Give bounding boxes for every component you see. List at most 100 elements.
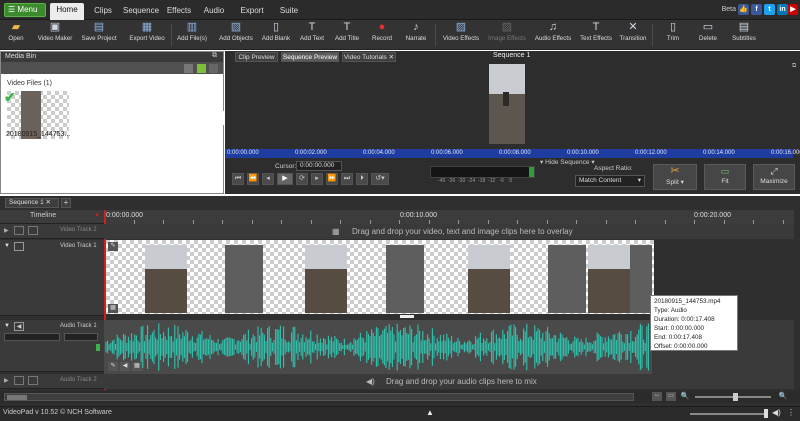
tab-sequence[interactable]: Sequence [122, 4, 160, 20]
speaker-icon[interactable]: ◀ [14, 322, 24, 331]
video-effects-button[interactable]: ▨ Video Effects [440, 21, 482, 49]
text-effects-label: Text Effects [580, 35, 612, 42]
tab-clips[interactable]: Clips [90, 4, 116, 20]
clip-fx-icon[interactable]: ▦ [108, 304, 118, 313]
media-bin-title: Media Bin [1, 52, 223, 62]
collapse-icon[interactable]: ▶ [4, 377, 9, 384]
clip-edit-icon[interactable]: ✎ [108, 242, 118, 251]
export-video-button[interactable]: ▦ Export Video [125, 21, 169, 49]
menu-button[interactable]: ☰ Menu [4, 3, 46, 17]
prev-frame-button[interactable]: ⏪ [247, 173, 259, 185]
mark-button[interactable]: ⏵ [356, 173, 368, 185]
add-objects-button[interactable]: ▧ Add Objects [216, 21, 256, 49]
go-start-button[interactable]: ⏮ [232, 173, 244, 185]
text-effects-button[interactable]: T Text Effects [576, 21, 616, 49]
zoom-slider[interactable] [695, 393, 771, 401]
visibility-icon[interactable] [14, 242, 24, 251]
maximize-button[interactable]: ⤢ Maximize [753, 164, 795, 190]
audio-track-2-lane[interactable]: ◀) Drag and drop your audio clips here t… [104, 374, 794, 389]
bin-options-icon[interactable] [209, 64, 218, 73]
delete-button[interactable]: ▭ Delete [695, 21, 721, 49]
save-project-button[interactable]: ▤ Save Project [77, 21, 121, 49]
facebook-icon[interactable]: f [751, 4, 762, 15]
visibility-icon[interactable] [14, 226, 24, 235]
volume-slider-thumb[interactable] [764, 409, 768, 418]
audio-speaker-icon[interactable]: ◀ [120, 362, 130, 371]
fit-button[interactable]: ▭ Fit [704, 164, 746, 190]
track-icon[interactable] [28, 226, 38, 235]
add-title-button[interactable]: T Add Title [331, 21, 363, 49]
loop-button[interactable]: ⟳ [296, 173, 308, 185]
tab-home[interactable]: Home [50, 3, 84, 20]
volume-slider[interactable] [690, 413, 766, 415]
subtitles-button[interactable]: ▤ Subtitles [728, 21, 760, 49]
tab-export[interactable]: Export [238, 4, 266, 20]
step-back-button[interactable]: ◂ [262, 173, 274, 185]
track-icon[interactable] [28, 376, 38, 385]
go-end-button[interactable]: ⏭ [341, 173, 353, 185]
horizontal-scrollbar[interactable] [4, 393, 634, 401]
add-text-button[interactable]: T Add Text [296, 21, 328, 49]
more-icon[interactable]: ⋮ [787, 408, 795, 417]
split-button[interactable]: ✂ Split ▾ [653, 164, 697, 190]
tab-suite[interactable]: Suite [278, 4, 300, 20]
scrollbar-thumb[interactable] [7, 395, 27, 400]
zoom-in-icon[interactable]: 🔍 [778, 392, 788, 401]
audio-fx-icon[interactable]: ▦ [132, 362, 142, 371]
add-files-button[interactable]: ▥ Add File(s) [173, 21, 211, 49]
step-forward-button[interactable]: ▸ [311, 173, 323, 185]
trim-button[interactable]: ▯ Trim [660, 21, 686, 49]
hide-sequence-toggle[interactable]: ▾ Hide Sequence ▾ [540, 158, 595, 166]
tab-clip-preview[interactable]: Clip Preview [235, 52, 278, 62]
youtube-icon[interactable]: ▶ [788, 4, 798, 15]
tab-effects[interactable]: Effects [164, 4, 194, 20]
sequence-tab[interactable]: Sequence 1 ✕ [5, 198, 59, 208]
audio-edit-icon[interactable]: ✎ [108, 362, 118, 371]
sequence-tab-label: Sequence 1 [9, 199, 44, 206]
media-filename[interactable]: 20180915_144753... [6, 131, 70, 138]
bin-view-icon[interactable] [184, 64, 193, 73]
pan-slider[interactable] [64, 333, 98, 341]
collapse-icon[interactable]: ▼ [4, 323, 10, 329]
collapse-icon[interactable]: ▼ [4, 243, 10, 249]
record-icon: ● [378, 21, 386, 33]
linkedin-icon[interactable]: in [777, 4, 788, 15]
add-sequence-button[interactable]: + [61, 198, 71, 208]
speaker-icon[interactable] [14, 376, 24, 385]
tab-video-tutorials[interactable]: Video Tutorials ✕ [342, 52, 396, 62]
audio-clip[interactable] [104, 320, 652, 374]
panel-splitter[interactable] [222, 111, 225, 125]
tab-sequence-preview[interactable]: Sequence Preview [281, 52, 339, 62]
cursor-time-field[interactable]: 0:00:00.000 [296, 161, 342, 171]
jump-menu-button[interactable]: ↺▾ [371, 173, 389, 185]
subtitles-icon: ▤ [738, 21, 750, 33]
add-blank-button[interactable]: ▯ Add Blank [259, 21, 293, 49]
twitter-icon[interactable]: t [764, 4, 775, 15]
audio-effects-button[interactable]: ♫ Audio Effects [531, 21, 575, 49]
record-button[interactable]: ● Record [366, 21, 398, 49]
video-maker-button[interactable]: ▣ Video Maker [34, 21, 76, 49]
speaker-icon[interactable]: ◀) [772, 408, 781, 417]
collapse-icon[interactable]: ▶ [4, 227, 9, 234]
timeline-ruler[interactable]: 0:00:00.000 0:00:10.000 0:00:20.000 [104, 210, 794, 224]
track-resize-handle[interactable] [400, 315, 414, 318]
aspect-ratio-select[interactable]: Match Content ▾ [575, 175, 645, 187]
transition-button[interactable]: ✕ Transition [617, 21, 649, 49]
open-button[interactable]: ▰ Open [2, 21, 30, 49]
like-icon[interactable]: 👍 [738, 4, 749, 15]
play-button[interactable]: ▶ [277, 173, 293, 185]
undock-icon[interactable]: ⧉ [212, 52, 220, 61]
next-frame-button[interactable]: ⏩ [326, 173, 338, 185]
zoom-slider-thumb[interactable] [733, 393, 738, 401]
narrate-button[interactable]: ♪ Narrate [401, 21, 431, 49]
volume-slider[interactable] [4, 333, 60, 341]
zoom-fit-icon[interactable]: ▭ [666, 392, 676, 401]
preview-undock-icon[interactable]: ⧉ [792, 63, 798, 70]
add-folder-icon[interactable] [197, 64, 206, 73]
zoom-out-icon[interactable]: 🔍 [680, 392, 690, 401]
video-track-2-lane[interactable]: ▦ Drag and drop your video, text and ima… [104, 224, 794, 239]
image-effects-button[interactable]: ▨ Image Effects [485, 21, 529, 49]
tab-audio[interactable]: Audio [201, 4, 227, 20]
expand-icon[interactable]: ▲ [426, 408, 434, 417]
fit-timeline-icon[interactable]: ↔ [652, 392, 662, 401]
